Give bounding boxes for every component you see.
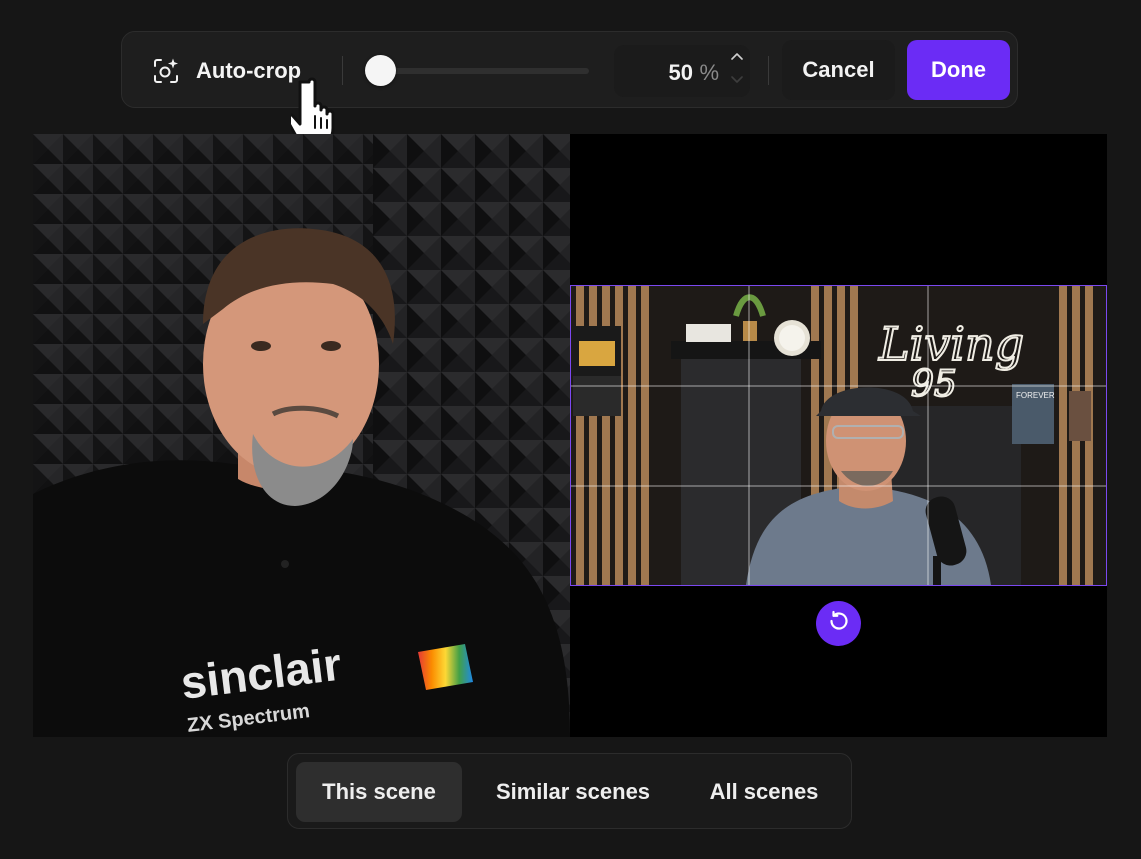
neon-sign: Living <box>878 317 1024 371</box>
chevron-up-icon[interactable] <box>728 49 746 63</box>
done-button[interactable]: Done <box>907 40 1010 100</box>
reset-crop-button[interactable] <box>816 601 861 646</box>
divider <box>768 56 769 85</box>
svg-text:FOREVER: FOREVER <box>1016 391 1055 400</box>
autocrop-label: Auto-crop <box>196 57 302 83</box>
tab-this-scene[interactable]: This scene <box>296 762 462 822</box>
svg-text:95: 95 <box>911 364 957 405</box>
tab-similar-scenes[interactable]: Similar scenes <box>474 762 672 822</box>
crop-toolbar: Auto-crop 50 % Cancel Done <box>121 31 1018 108</box>
cancel-button[interactable]: Cancel <box>782 40 895 100</box>
rotate-ccw-icon <box>827 609 851 638</box>
chevron-down-icon[interactable] <box>728 73 746 87</box>
cropped-video-image: Living 95 FOREVER <box>571 286 1106 585</box>
autocrop-button[interactable]: Auto-crop <box>152 32 301 109</box>
zoom-slider-track[interactable] <box>378 68 589 74</box>
apply-scope-segmented-control: This scene Similar scenes All scenes <box>287 753 852 829</box>
zoom-percent-value: 50 <box>668 60 693 85</box>
autocrop-icon <box>152 57 180 85</box>
zoom-slider-thumb[interactable] <box>364 55 396 86</box>
crop-preview-pane: Living 95 FOREVER <box>570 134 1107 737</box>
tab-all-scenes[interactable]: All scenes <box>684 762 844 822</box>
source-video-image: sinclair ZX Spectrum <box>33 134 570 737</box>
zoom-percent-unit: % <box>699 60 719 85</box>
crop-frame[interactable]: Living 95 FOREVER <box>570 285 1107 586</box>
source-video-frame: sinclair ZX Spectrum <box>33 134 570 737</box>
